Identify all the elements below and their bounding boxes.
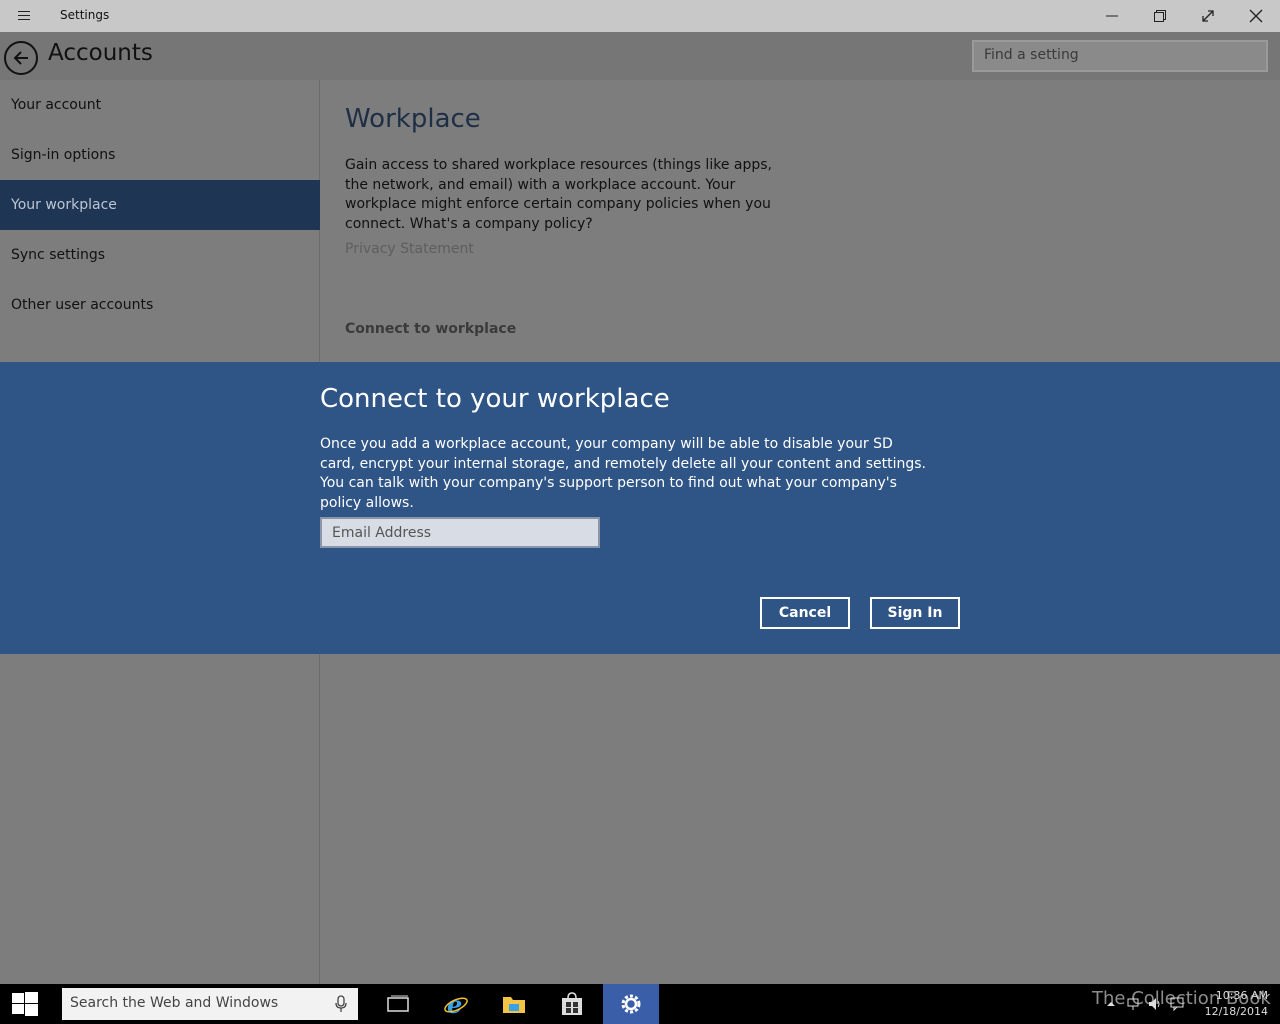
connect-to-workplace-heading: Connect to workplace: [345, 321, 517, 337]
task-view-button[interactable]: [370, 984, 426, 1024]
clock-date: 12/18/2014: [1204, 1005, 1268, 1018]
folder-icon: [503, 997, 525, 1013]
restore-button[interactable]: [1136, 0, 1184, 32]
close-icon: [1249, 9, 1263, 23]
fullscreen-button[interactable]: [1184, 0, 1232, 32]
connect-workplace-dialog: Connect to your workplace Once you add a…: [0, 362, 1280, 654]
close-button[interactable]: [1232, 0, 1280, 32]
internet-explorer-button[interactable]: e: [428, 984, 484, 1024]
section-title: Workplace: [345, 104, 481, 134]
taskbar-search-placeholder: Search the Web and Windows: [70, 995, 279, 1011]
page-title: Accounts: [48, 40, 153, 66]
workplace-description: Gain access to shared workplace resource…: [345, 157, 772, 232]
email-address-input[interactable]: [320, 517, 600, 548]
hamburger-menu-icon[interactable]: [12, 8, 36, 24]
settings-app-button[interactable]: [603, 984, 659, 1024]
minimize-button[interactable]: [1088, 0, 1136, 32]
store-bag-icon: [562, 992, 582, 1015]
file-explorer-button[interactable]: [486, 984, 542, 1024]
microphone-icon[interactable]: [334, 995, 348, 1013]
clock[interactable]: 10:36 AM 12/18/2014: [1205, 988, 1268, 1020]
dialog-body: Once you add a workplace account, your c…: [320, 436, 926, 511]
expand-icon: [1202, 10, 1214, 22]
start-button[interactable]: [0, 984, 50, 1024]
page-header: Accounts Find a setting: [0, 32, 1280, 80]
system-tray: [1104, 996, 1184, 1012]
action-center-icon[interactable]: [1170, 996, 1184, 1012]
cancel-button[interactable]: Cancel: [760, 597, 850, 629]
internet-explorer-icon: e: [444, 991, 468, 1017]
privacy-statement-link[interactable]: Privacy Statement: [345, 241, 474, 257]
title-bar: Settings: [0, 0, 1280, 32]
volume-icon[interactable]: [1148, 996, 1162, 1010]
sidebar-item-your-workplace[interactable]: Your workplace: [0, 180, 320, 230]
dialog-title: Connect to your workplace: [320, 384, 670, 414]
taskbar: Search the Web and Windows e The Collect…: [0, 984, 1280, 1024]
back-button[interactable]: [4, 41, 38, 75]
task-view-icon: [387, 995, 409, 1012]
network-icon[interactable]: [1126, 996, 1140, 1010]
sidebar-item-your-account[interactable]: Your account: [0, 80, 320, 130]
back-arrow-icon: [13, 51, 28, 65]
minimize-icon: [1106, 15, 1118, 17]
window-title: Settings: [60, 8, 110, 22]
find-setting-input[interactable]: Find a setting: [972, 40, 1268, 72]
restore-icon: [1154, 10, 1166, 22]
sidebar-item-sign-in-options[interactable]: Sign-in options: [0, 130, 320, 180]
taskbar-search-box[interactable]: Search the Web and Windows: [62, 988, 358, 1020]
store-button[interactable]: [544, 984, 600, 1024]
sign-in-button[interactable]: Sign In: [870, 597, 960, 629]
sidebar-item-sync-settings[interactable]: Sync settings: [0, 230, 320, 280]
sidebar-item-other-user-accounts[interactable]: Other user accounts: [0, 280, 320, 330]
clock-time: 10:36 AM: [1215, 989, 1268, 1002]
gear-icon: [621, 994, 641, 1014]
chevron-up-icon[interactable]: [1104, 996, 1118, 1010]
windows-logo-icon: [12, 992, 38, 1016]
